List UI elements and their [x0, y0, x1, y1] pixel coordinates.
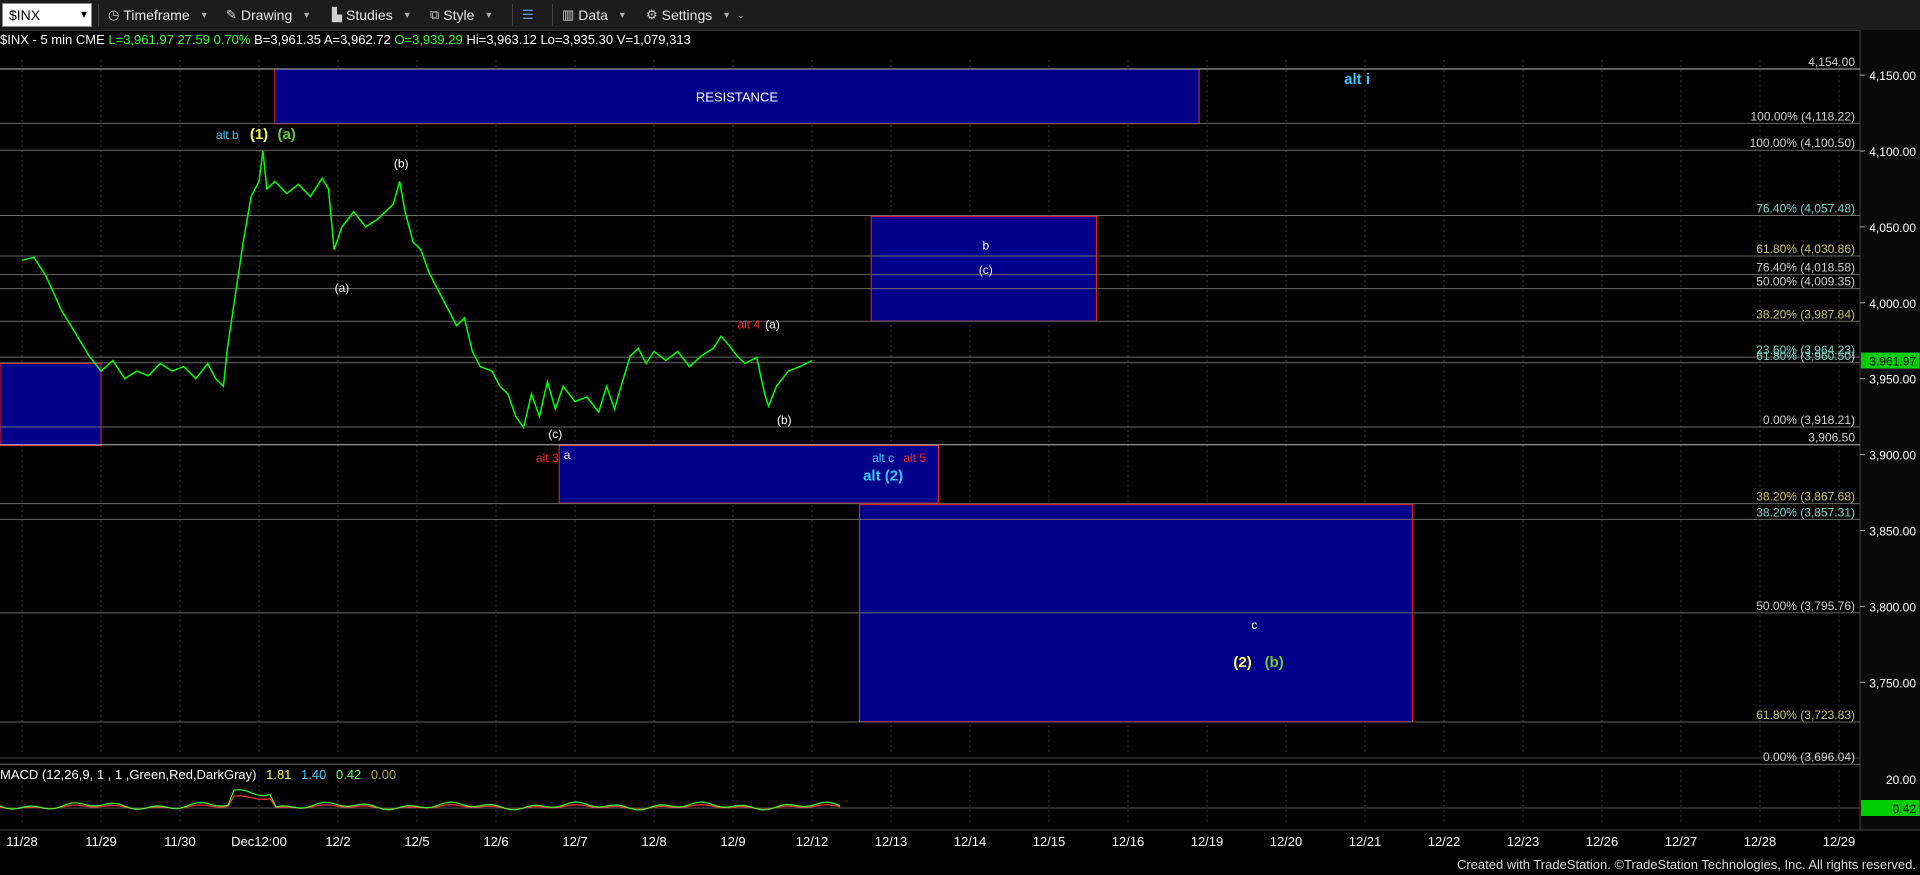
level-label: 61.80% (3,723.83)	[1756, 708, 1855, 722]
x-tick-label: 12/7	[562, 834, 587, 849]
price-chart[interactable]: 11/28 11/29 11/30 Dec12:00 12/2 12/5 12/6 12/7 1…	[0, 0, 1920, 875]
wave-label: (a)	[277, 126, 295, 143]
x-tick-label: 12/19	[1191, 834, 1224, 849]
level-label: 38.20% (3,857.31)	[1756, 505, 1855, 519]
level-label: 50.00% (3,795.76)	[1756, 599, 1855, 613]
wave-label: a	[564, 448, 571, 462]
macd-axis-label: 20.00	[1886, 773, 1916, 787]
y-tick-label: 3,950.00	[1869, 373, 1916, 387]
level-label: 4,154.00	[1808, 55, 1855, 69]
x-tick-label: 12/29	[1823, 834, 1856, 849]
wave-label: (a)	[765, 318, 780, 332]
macd-label: MACD (12,26,9, 1 , 1 ,Green,Red,DarkGray…	[0, 767, 257, 782]
x-tick-label: 12/5	[404, 834, 429, 849]
x-tick-label: 12/6	[483, 834, 508, 849]
wave-label: alt b	[216, 128, 239, 142]
x-tick-label: Dec12:00	[231, 834, 287, 849]
level-label: 3,906.50	[1808, 431, 1855, 445]
x-tick-label: 12/9	[720, 834, 745, 849]
y-tick-label: 3,750.00	[1869, 676, 1916, 690]
y-tick-label: 3,800.00	[1869, 600, 1916, 614]
wave-label: alt (2)	[863, 467, 903, 484]
wave-label: b	[982, 239, 989, 253]
footer-credit: Created with TradeStation. ©TradeStation…	[1456, 857, 1916, 872]
wave-label: (c)	[979, 263, 993, 277]
level-label: 76.40% (4,018.58)	[1756, 261, 1855, 275]
macd-value-1: 1.81	[266, 767, 292, 782]
level-label: 0.00% (3,918.21)	[1763, 413, 1855, 427]
x-tick-label: 11/29	[85, 834, 117, 849]
level-label: 38.20% (3,987.84)	[1756, 307, 1855, 321]
x-tick-label: 12/26	[1586, 834, 1619, 849]
x-tick-label: 12/8	[641, 834, 666, 849]
x-tick-label: 12/23	[1507, 834, 1540, 849]
level-label: 61.80% (4,030.86)	[1756, 242, 1855, 256]
last-price-label: 3,961.97	[1869, 355, 1916, 369]
wave-label: alt 3	[536, 451, 559, 465]
level-label: 38.20% (3,867.68)	[1756, 490, 1855, 504]
wave-label: c	[1251, 618, 1257, 632]
macd-info-bar: MACD (12,26,9, 1 , 1 ,Green,Red,DarkGray…	[0, 767, 396, 782]
wave-label: alt 5	[903, 451, 926, 465]
wave-label: (1)	[250, 126, 268, 143]
level-label: 61.80% (3,960.50)	[1756, 349, 1855, 363]
x-tick-label: 12/13	[875, 834, 908, 849]
wave-label: (b)	[394, 157, 409, 171]
x-tick-label: 12/27	[1665, 834, 1698, 849]
wave-label: (c)	[548, 427, 562, 441]
x-tick-label: 12/16	[1112, 834, 1145, 849]
macd-value-4: 0.00	[370, 767, 397, 782]
level-label: 76.40% (4,057.48)	[1756, 202, 1855, 216]
x-tick-label: 12/2	[325, 834, 350, 849]
wave-label: (2)	[1233, 654, 1251, 671]
wave-label: alt c	[872, 451, 894, 465]
macd-last-label: 0.42	[1893, 802, 1917, 816]
x-tick-label: 12/22	[1428, 834, 1461, 849]
x-tick-label: 12/15	[1033, 834, 1066, 849]
level-label: 0.00% (3,696.04)	[1763, 750, 1855, 764]
x-tick-label: 12/21	[1349, 834, 1382, 849]
zone-label: RESISTANCE	[696, 89, 778, 104]
wave-label: alt 4	[737, 318, 760, 332]
x-tick-label: 11/28	[6, 834, 38, 849]
y-tick-label: 4,150.00	[1869, 69, 1916, 83]
x-tick-label: 12/20	[1270, 834, 1303, 849]
wave-label: alt i	[1344, 71, 1370, 88]
macd-value-2: 1.40	[301, 767, 327, 782]
wave-label: (a)	[335, 281, 350, 295]
level-label: 100.00% (4,100.50)	[1750, 136, 1855, 150]
y-tick-label: 4,050.00	[1869, 221, 1916, 235]
target-zone	[0, 363, 102, 446]
wave-label: (b)	[1265, 654, 1284, 671]
x-tick-label: 12/28	[1744, 834, 1777, 849]
macd-value-3: 0.42	[335, 767, 362, 782]
x-tick-label: 12/14	[954, 834, 987, 849]
level-label: 100.00% (4,118.22)	[1750, 109, 1855, 123]
x-tick-label: 11/30	[164, 834, 196, 849]
y-tick-label: 3,900.00	[1869, 449, 1916, 463]
y-tick-label: 4,000.00	[1869, 297, 1916, 311]
wave-label: (b)	[777, 413, 792, 427]
y-tick-label: 3,850.00	[1869, 525, 1916, 539]
y-tick-label: 4,100.00	[1869, 145, 1916, 159]
x-tick-label: 12/12	[796, 834, 829, 849]
level-label: 50.00% (4,009.35)	[1756, 275, 1855, 289]
